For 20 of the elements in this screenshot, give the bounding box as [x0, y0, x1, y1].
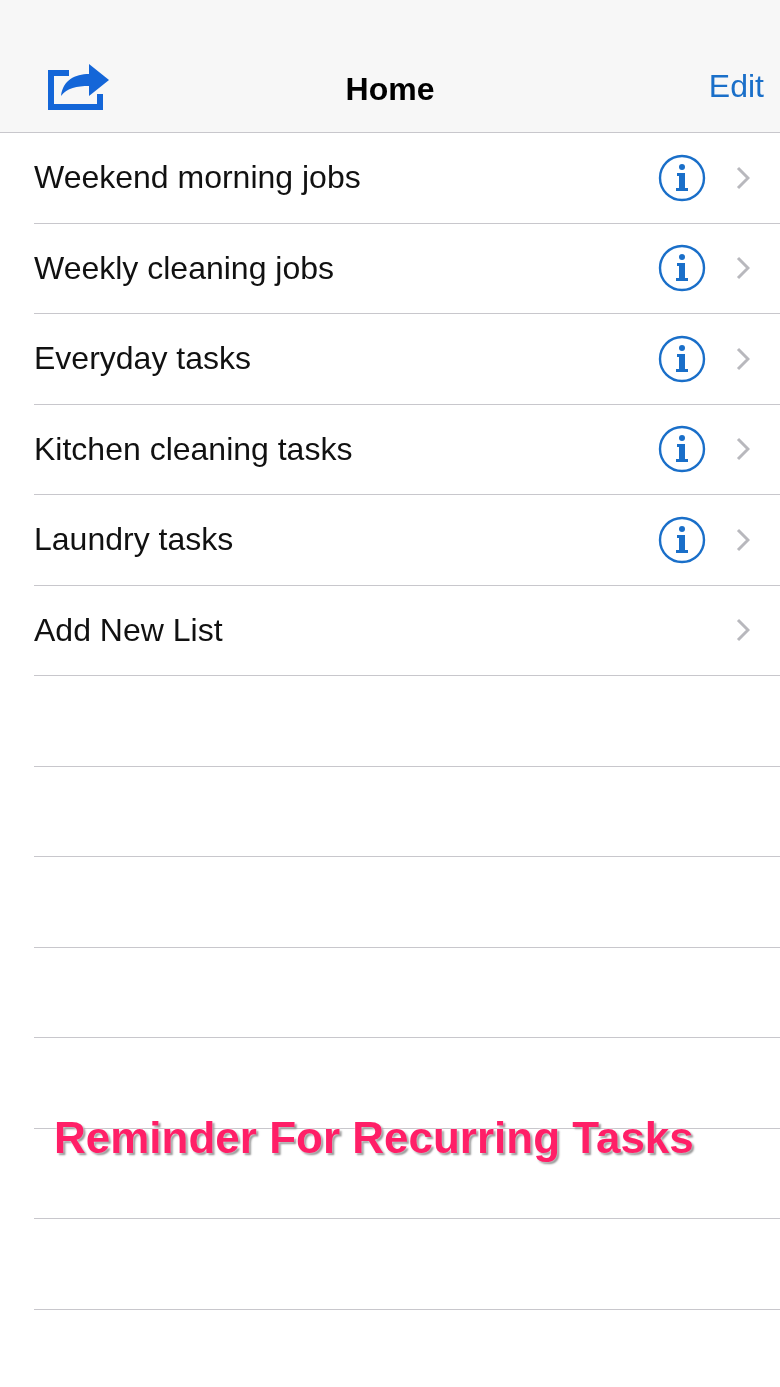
list-row[interactable]: Kitchen cleaning tasks: [34, 404, 780, 495]
nav-title: Home: [345, 71, 435, 108]
info-icon[interactable]: [658, 244, 706, 293]
info-icon[interactable]: [658, 334, 706, 383]
caption-text: Reminder For Recurring Tasks: [54, 1113, 694, 1163]
list-row[interactable]: Laundry tasks: [34, 495, 780, 586]
list-row[interactable]: Weekly cleaning jobs: [34, 223, 780, 314]
edit-button[interactable]: Edit: [708, 68, 764, 105]
info-icon[interactable]: [658, 515, 706, 564]
chevron-icon: [736, 618, 750, 643]
info-icon[interactable]: [658, 425, 706, 474]
chevron-icon: [736, 346, 750, 371]
chevron-icon: [736, 165, 750, 190]
info-icon[interactable]: [658, 153, 706, 202]
chevron-icon: [736, 527, 750, 552]
list-row[interactable]: Weekend morning jobs: [34, 133, 780, 224]
list-row[interactable]: Add New List: [34, 585, 780, 676]
chevron-icon: [736, 437, 750, 462]
chevron-icon: [736, 256, 750, 281]
list-row[interactable]: Everyday tasks: [34, 314, 780, 405]
